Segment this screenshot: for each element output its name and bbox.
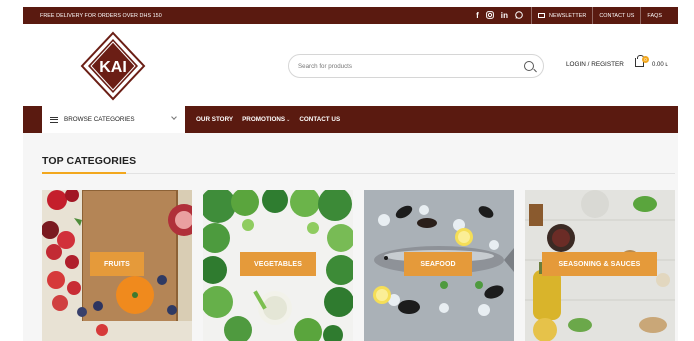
search-input[interactable]: Search for products	[288, 54, 544, 78]
browse-categories-dropdown[interactable]: BROWSE CATEGORIES	[42, 106, 185, 133]
main-nav: BROWSE CATEGORIES OUR STORY PROMOTIONS⌄ …	[23, 106, 678, 133]
top-bar: FREE DELIVERY FOR ORDERS OVER DHS 150 f …	[23, 7, 678, 24]
chevron-down-icon	[171, 114, 177, 120]
social-links: f in	[476, 10, 531, 21]
newsletter-link[interactable]: NEWSLETTER	[531, 7, 592, 24]
facebook-icon[interactable]: f	[476, 11, 479, 20]
search-placeholder: Search for products	[298, 62, 352, 70]
page: FREE DELIVERY FOR ORDERS OVER DHS 150 f …	[0, 0, 694, 341]
linkedin-icon[interactable]: in	[501, 11, 508, 20]
mail-icon	[538, 13, 546, 18]
contact-us-label: CONTACT US	[599, 12, 635, 19]
promo-text: FREE DELIVERY FOR ORDERS OVER DHS 150	[40, 12, 162, 19]
cart-count-badge: 0	[642, 56, 649, 63]
category-card-seasoning-sauces[interactable]: SEASONING & SAUCES	[525, 190, 675, 341]
newsletter-label: NEWSLETTER	[549, 12, 587, 19]
logo-text: KAI	[99, 59, 127, 76]
nav-item-our-story[interactable]: OUR STORY	[196, 116, 233, 123]
nav-item-promotions[interactable]: PROMOTIONS⌄	[242, 116, 290, 123]
contact-us-link[interactable]: CONTACT US	[592, 7, 640, 24]
category-card-vegetables[interactable]: VEGETABLES	[203, 190, 353, 341]
category-grid: FRUITS VEGETABLES SEAFOOD SEASONING & SA…	[42, 190, 676, 341]
top-bar-right: f in NEWSLETTER CONTACT US FAQS	[476, 7, 668, 24]
login-register-link[interactable]: LOGIN / REGISTER	[566, 61, 624, 68]
category-label-seafood[interactable]: SEAFOOD	[404, 252, 472, 276]
section-title: TOP CATEGORIES	[42, 155, 137, 167]
nav-links: OUR STORY PROMOTIONS⌄ CONTACT US	[196, 106, 340, 133]
faqs-label: FAQS	[647, 12, 662, 19]
title-accent-underline	[42, 172, 126, 174]
title-divider	[42, 173, 675, 174]
search-icon[interactable]	[524, 61, 534, 71]
browse-categories-label: BROWSE CATEGORIES	[64, 116, 135, 123]
whatsapp-icon[interactable]	[515, 10, 523, 21]
category-card-seafood[interactable]: SEAFOOD	[364, 190, 514, 341]
header: KAI Search for products LOGIN / REGISTER…	[23, 24, 678, 106]
chevron-down-icon: ⌄	[286, 117, 291, 123]
category-label-vegetables[interactable]: VEGETABLES	[240, 252, 316, 276]
category-label-seasoning-sauces[interactable]: SEASONING & SAUCES	[542, 252, 657, 276]
category-label-fruits[interactable]: FRUITS	[90, 252, 144, 276]
menu-icon	[50, 116, 58, 123]
faqs-link[interactable]: FAQS	[640, 7, 668, 24]
nav-item-promotions-label: PROMOTIONS	[242, 116, 286, 123]
instagram-icon[interactable]	[485, 10, 494, 21]
site-logo[interactable]: KAI	[80, 31, 146, 101]
main-content: TOP CATEGORIES FRUITS VEGETABLES SEAFOOD…	[23, 133, 678, 341]
nav-item-contact-us[interactable]: CONTACT US	[299, 116, 340, 123]
cart-total[interactable]: 0.00 ʟ	[652, 62, 668, 68]
category-card-fruits[interactable]: FRUITS	[42, 190, 192, 341]
